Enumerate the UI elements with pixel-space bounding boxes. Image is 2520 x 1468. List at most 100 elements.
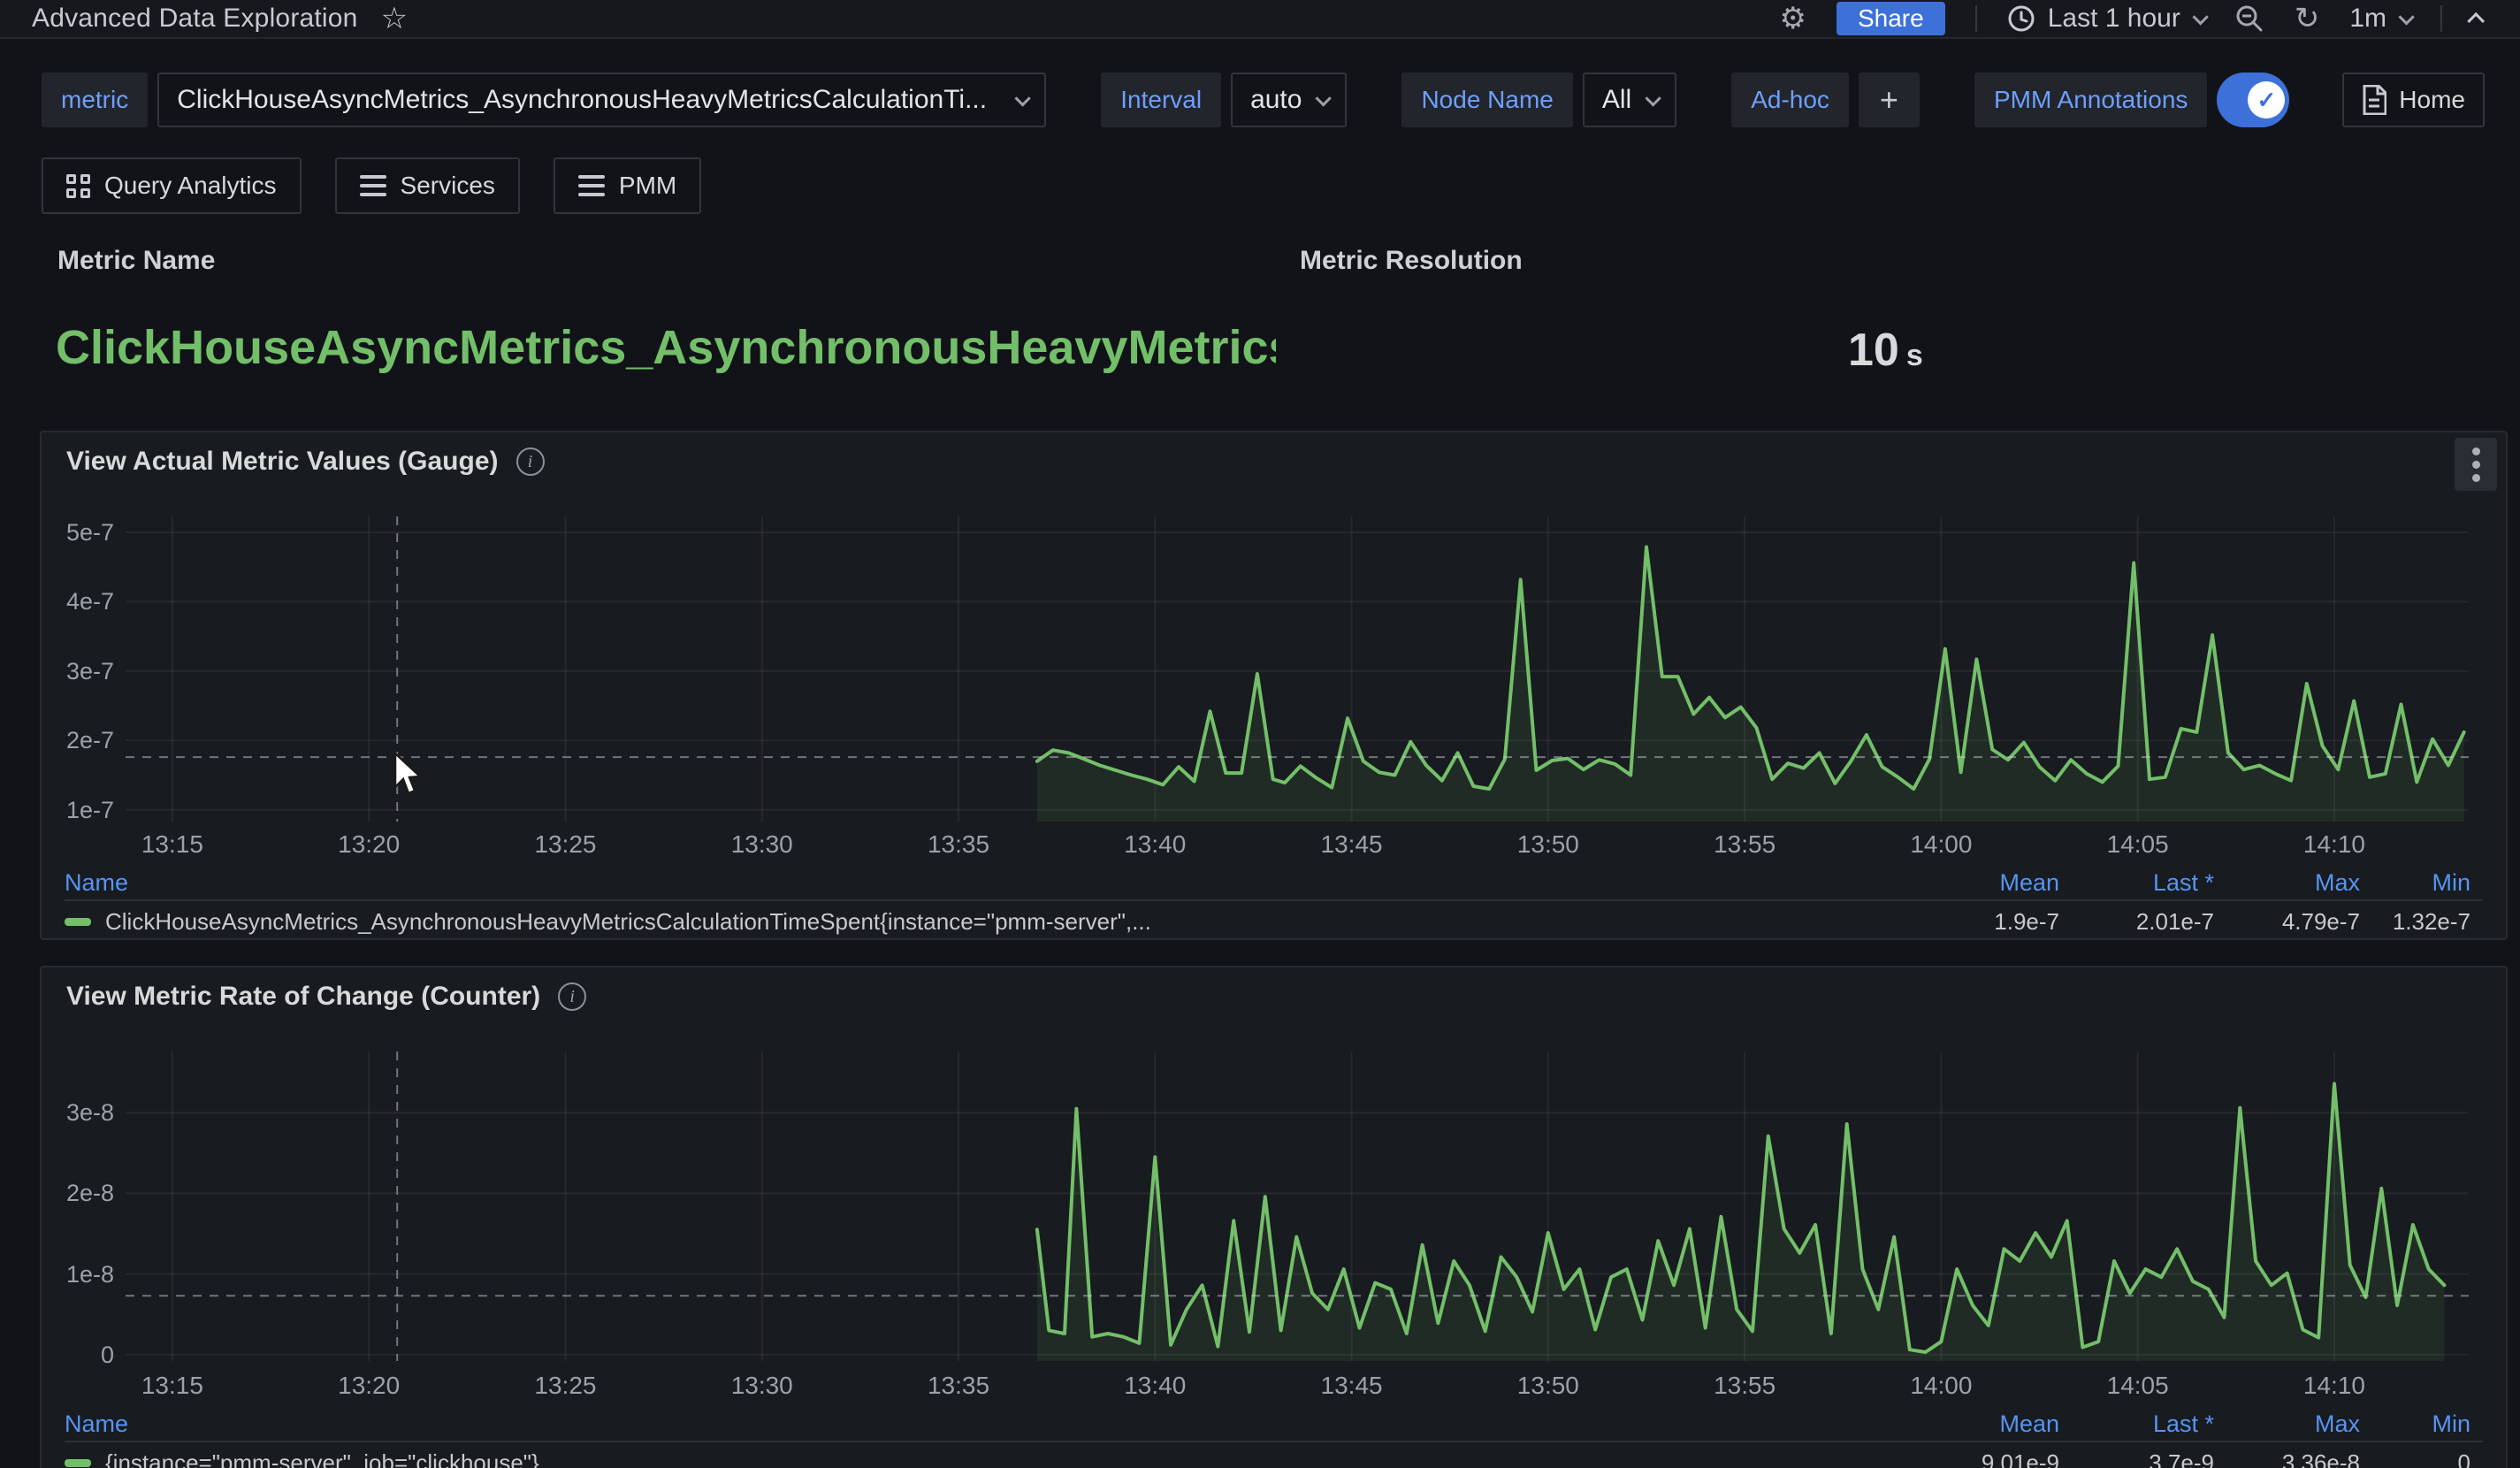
x-tick-label: 14:10 [2272, 1372, 2396, 1400]
y-axis-labels: 01e-82e-83e-8 [42, 1051, 114, 1361]
share-button[interactable]: Share [1837, 2, 1945, 35]
x-tick-label: 13:20 [307, 1372, 431, 1400]
y-tick-label: 3e-7 [42, 657, 114, 685]
collapse-navbar-icon[interactable] [2467, 12, 2485, 30]
legend-header-row: Name Mean Last * Max Min [65, 866, 2483, 901]
x-tick-label: 13:15 [111, 1372, 234, 1400]
interval-dropdown[interactable]: auto [1231, 73, 1347, 127]
refresh-icon[interactable]: ↻ [2295, 4, 2320, 34]
metric-name-value: ClickHouseAsyncMetrics_AsynchronousHeavy… [56, 320, 1276, 384]
legend-series-name[interactable]: ClickHouseAsyncMetrics_AsynchronousHeavy… [65, 908, 1909, 936]
legend-header-mean[interactable]: Mean [1909, 1411, 2059, 1438]
divider [1975, 5, 1977, 32]
series-label: ClickHouseAsyncMetrics_AsynchronousHeavy… [105, 908, 1151, 936]
x-tick-label: 13:40 [1093, 1372, 1217, 1400]
y-tick-label: 2e-7 [42, 726, 114, 754]
x-tick-label: 13:15 [111, 830, 234, 859]
chart-canvas[interactable] [126, 1051, 2469, 1361]
x-tick-label: 13:30 [700, 1372, 824, 1400]
y-axis-labels: 1e-72e-73e-74e-75e-7 [42, 516, 114, 822]
apps-grid-icon [66, 174, 90, 198]
refresh-interval-picker[interactable]: 1m [2349, 4, 2410, 34]
x-tick-label: 14:05 [2076, 1372, 2200, 1400]
y-tick-label: 0 [42, 1341, 114, 1369]
metric-resolution-header: Metric Resolution [1300, 246, 1523, 276]
series-max-value: 3.36e-8 [2214, 1449, 2360, 1468]
y-tick-label: 2e-8 [42, 1179, 114, 1207]
x-tick-label: 13:40 [1093, 830, 1217, 859]
timeseries-chart[interactable] [126, 1051, 2469, 1365]
y-tick-label: 1e-8 [42, 1260, 114, 1288]
services-button[interactable]: Services [335, 157, 520, 214]
pmm-label: PMM [619, 172, 676, 200]
legend-header-min[interactable]: Min [2360, 1411, 2470, 1438]
x-tick-label: 13:25 [503, 830, 627, 859]
document-icon [2362, 85, 2386, 115]
panel-gauge-values: View Actual Metric Values (Gauge) i 1e-7… [40, 431, 2508, 940]
services-label: Services [401, 172, 495, 200]
legend-header-last[interactable]: Last * [2059, 1411, 2214, 1438]
legend-table: Name Mean Last * Max Min {instance="pmm-… [65, 1407, 2483, 1468]
chevron-down-icon [2398, 9, 2414, 25]
x-tick-label: 14:00 [1879, 1372, 2003, 1400]
query-analytics-button[interactable]: Query Analytics [42, 157, 302, 214]
settings-gear-icon[interactable]: ⚙ [1780, 4, 1806, 34]
pmm-annotations-label: PMM Annotations [1974, 73, 2207, 127]
node-name-label: Node Name [1401, 73, 1572, 127]
x-tick-label: 13:55 [1683, 1372, 1806, 1400]
x-tick-label: 13:50 [1486, 1372, 1610, 1400]
clock-icon [2007, 4, 2035, 33]
series-min-value: 1.32e-7 [2360, 908, 2470, 936]
panel-header[interactable]: View Metric Rate of Change (Counter) i [66, 982, 586, 1012]
metric-dropdown[interactable]: ClickHouseAsyncMetrics_AsynchronousHeavy… [157, 73, 1046, 127]
timeseries-chart[interactable] [126, 516, 2469, 826]
legend-header-max[interactable]: Max [2214, 869, 2360, 897]
interval-dropdown-value: auto [1250, 85, 1302, 115]
panel-header[interactable]: View Actual Metric Values (Gauge) i [66, 447, 545, 477]
time-range-picker[interactable]: Last 1 hour [2007, 4, 2204, 34]
favorite-star-icon[interactable]: ☆ [381, 4, 408, 34]
refresh-interval-label: 1m [2349, 4, 2386, 34]
legend-series-name[interactable]: {instance="pmm-server", job="clickhouse"… [65, 1449, 1909, 1468]
adhoc-add-button[interactable]: + [1859, 73, 1920, 127]
series-color-swatch [65, 918, 91, 926]
series-mean-value: 9.01e-9 [1909, 1449, 2059, 1468]
legend-header-row: Name Mean Last * Max Min [65, 1407, 2483, 1442]
metric-label: metric [42, 73, 148, 127]
x-tick-label: 13:35 [897, 830, 1020, 859]
metric-dropdown-value: ClickHouseAsyncMetrics_AsynchronousHeavy… [177, 85, 987, 115]
menu-icon [578, 175, 605, 196]
chevron-down-icon [1316, 90, 1332, 106]
metric-resolution-value: 10s [1848, 324, 1923, 377]
series-min-value: 0 [2360, 1449, 2470, 1468]
info-icon[interactable]: i [558, 982, 586, 1011]
node-name-dropdown[interactable]: All [1583, 73, 1676, 127]
legend-header-min[interactable]: Min [2360, 869, 2470, 897]
series-mean-value: 1.9e-7 [1909, 908, 2059, 936]
legend-header-last[interactable]: Last * [2059, 869, 2214, 897]
panel-title: View Metric Rate of Change (Counter) [66, 982, 540, 1012]
legend-header-mean[interactable]: Mean [1909, 869, 2059, 897]
chevron-down-icon [1015, 90, 1031, 106]
panel-menu-kebab-icon[interactable] [2455, 438, 2497, 491]
resolution-unit: s [1906, 339, 1923, 372]
chevron-down-icon [1646, 90, 1661, 106]
legend-header-name[interactable]: Name [65, 869, 1909, 897]
info-icon[interactable]: i [516, 447, 545, 476]
time-range-label: Last 1 hour [2048, 4, 2180, 34]
filter-bar: metric ClickHouseAsyncMetrics_Asynchrono… [42, 73, 2485, 127]
pmm-button[interactable]: PMM [554, 157, 701, 214]
home-button[interactable]: Home [2342, 73, 2485, 127]
y-tick-label: 1e-7 [42, 796, 114, 824]
query-analytics-label: Query Analytics [104, 172, 277, 200]
y-tick-label: 5e-7 [42, 518, 114, 547]
zoom-out-icon[interactable] [2234, 4, 2264, 34]
legend-header-name[interactable]: Name [65, 1411, 1909, 1438]
home-button-label: Home [2399, 86, 2465, 114]
quick-links: Query Analytics Services PMM [42, 157, 701, 214]
chart-canvas[interactable] [126, 516, 2469, 822]
x-tick-label: 13:50 [1486, 830, 1610, 859]
pmm-annotations-toggle[interactable]: ✓ [2217, 73, 2289, 127]
legend-header-max[interactable]: Max [2214, 1411, 2360, 1438]
node-name-dropdown-value: All [1602, 85, 1631, 115]
